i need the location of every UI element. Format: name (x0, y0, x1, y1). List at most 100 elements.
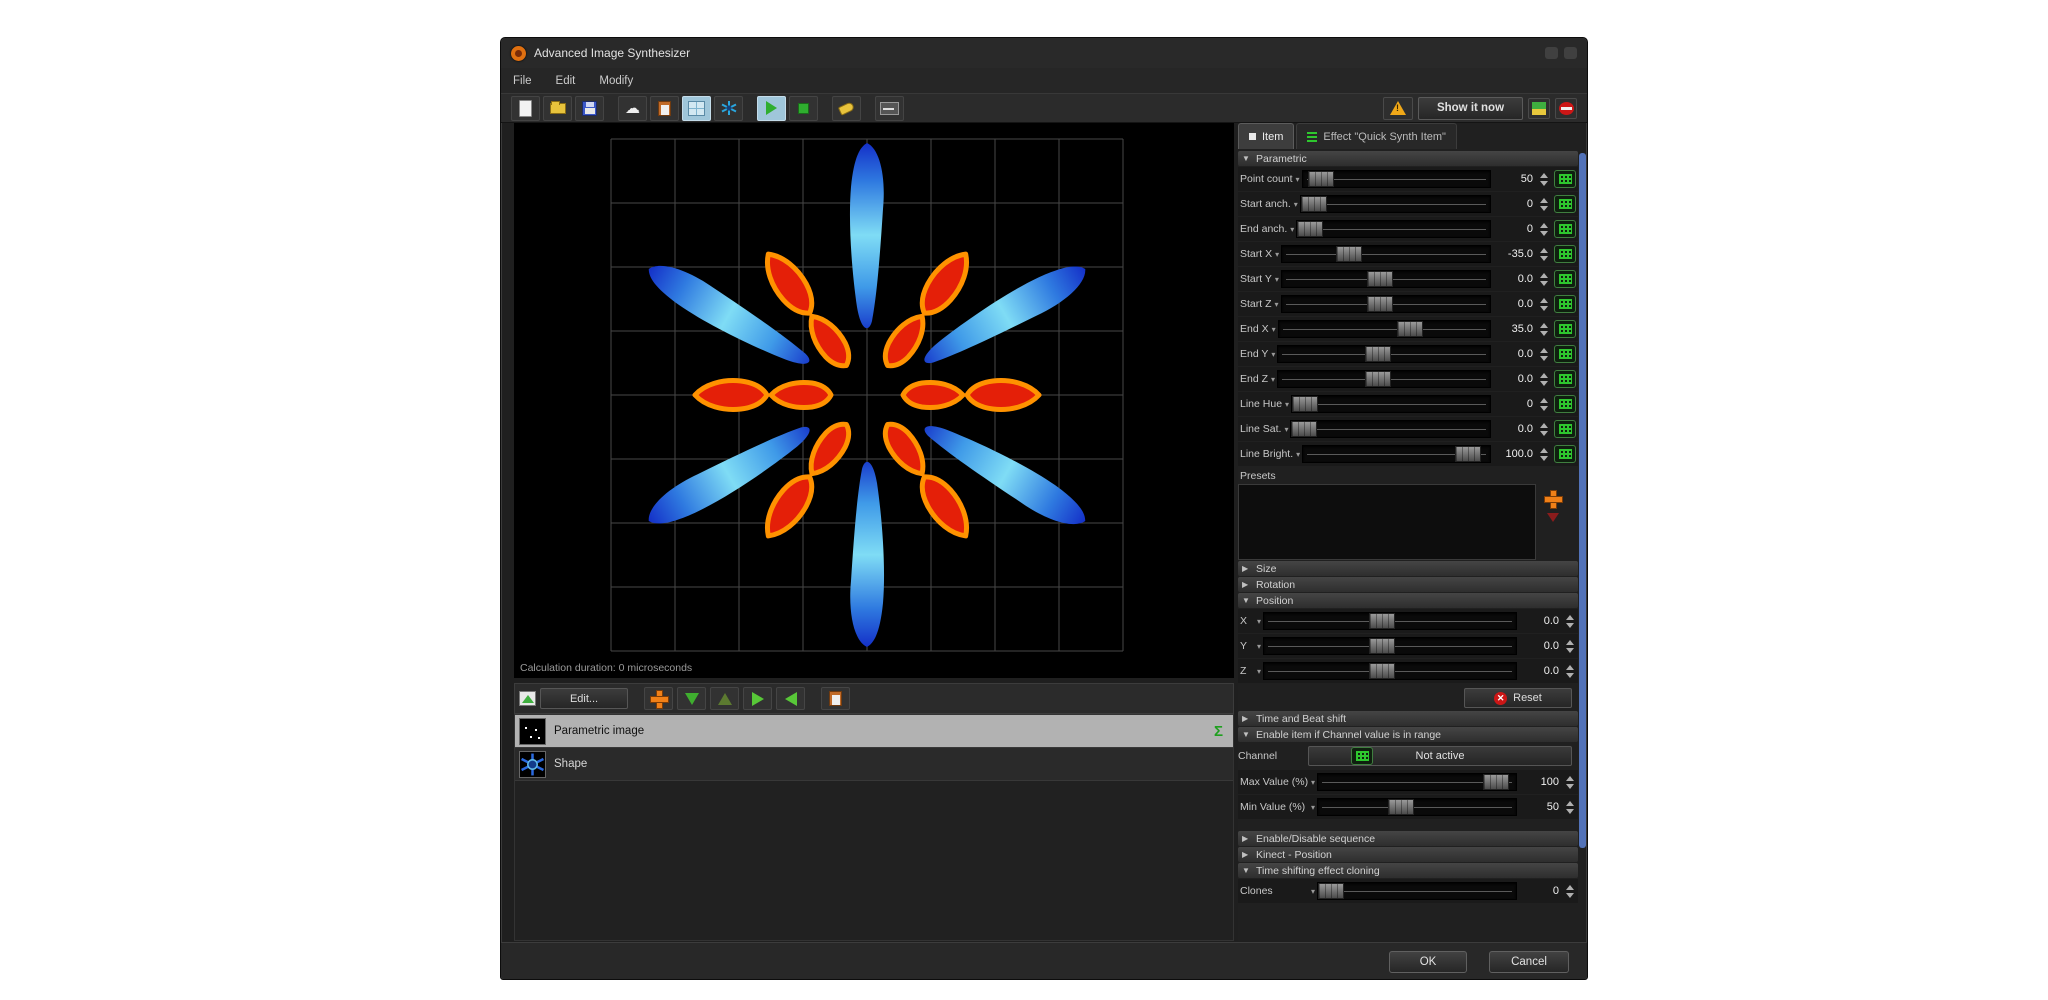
section-kinect[interactable]: ▶ Kinect - Position (1238, 847, 1578, 862)
panel-scrollbar[interactable] (1579, 153, 1586, 848)
dropdown-arrow-icon[interactable]: ▾ (1294, 200, 1298, 209)
dropdown-arrow-icon[interactable]: ▾ (1271, 350, 1275, 359)
parameter-slider[interactable] (1281, 270, 1491, 288)
dropdown-arrow-icon[interactable]: ▾ (1257, 642, 1261, 651)
add-preset-button[interactable] (1544, 490, 1561, 507)
parameter-value[interactable]: 0.0 (1495, 348, 1537, 360)
dropdown-arrow-icon[interactable]: ▾ (1285, 400, 1289, 409)
section-position[interactable]: ▼ Position (1238, 593, 1578, 608)
section-rotation[interactable]: ▶ Rotation (1238, 577, 1578, 592)
parameter-value[interactable]: 0 (1495, 398, 1537, 410)
parameter-label[interactable]: Start X (1240, 248, 1272, 260)
spinner[interactable] (1563, 798, 1576, 816)
parameter-label[interactable]: End Z (1240, 373, 1268, 385)
show-it-now-button[interactable]: Show it now (1418, 97, 1523, 120)
parameter-value[interactable]: 0.0 (1495, 373, 1537, 385)
parameter-slider[interactable] (1263, 612, 1517, 630)
dropdown-arrow-icon[interactable]: ▾ (1296, 450, 1300, 459)
parameter-label[interactable]: Start anch. (1240, 198, 1291, 210)
modulation-button[interactable] (1554, 345, 1576, 363)
parameter-value[interactable]: 100.0 (1495, 448, 1537, 460)
dropdown-arrow-icon[interactable]: ▾ (1271, 375, 1275, 384)
spinner[interactable] (1563, 662, 1576, 680)
parameter-label[interactable]: Line Bright. (1240, 448, 1293, 460)
parameter-value[interactable]: 0.0 (1495, 423, 1537, 435)
parameter-slider[interactable] (1291, 395, 1491, 413)
parameter-value[interactable]: 0.0 (1521, 665, 1563, 677)
section-time-beat[interactable]: ▶ Time and Beat shift (1238, 711, 1578, 726)
spinner[interactable] (1537, 195, 1550, 213)
parameter-label[interactable]: Start Y (1240, 273, 1272, 285)
parameter-value[interactable]: 0.0 (1521, 615, 1563, 627)
section-size[interactable]: ▶ Size (1238, 561, 1578, 576)
parameter-label[interactable]: Line Hue (1240, 398, 1282, 410)
modulation-button[interactable] (1554, 395, 1576, 413)
parameter-label[interactable]: Z (1240, 665, 1254, 677)
parameter-value[interactable]: 50 (1495, 173, 1537, 185)
section-time-shift[interactable]: ▼ Time shifting effect cloning (1238, 863, 1578, 878)
move-right-button[interactable] (743, 687, 772, 710)
parameter-label[interactable]: Start Z (1240, 298, 1272, 310)
cloud-button[interactable]: ☁ (618, 96, 647, 121)
parameter-slider[interactable] (1281, 295, 1491, 313)
slider-thumb[interactable] (1336, 246, 1362, 262)
window-close-icon[interactable] (1564, 47, 1577, 59)
parameter-slider[interactable] (1277, 345, 1491, 363)
slider-thumb[interactable] (1369, 638, 1395, 654)
section-parametric[interactable]: ▼ Parametric (1238, 151, 1578, 166)
parameter-label[interactable]: Max Value (%) (1240, 776, 1308, 788)
slider-thumb[interactable] (1369, 663, 1395, 679)
spinner[interactable] (1537, 345, 1550, 363)
menu-modify[interactable]: Modify (599, 75, 633, 87)
slider-thumb[interactable] (1301, 196, 1327, 212)
slider-thumb[interactable] (1397, 321, 1423, 337)
channel-select-button[interactable]: Not active (1308, 746, 1572, 766)
slider-thumb[interactable] (1291, 421, 1317, 437)
section-enable-channel[interactable]: ▼ Enable item if Channel value is in ran… (1238, 727, 1578, 742)
parameter-slider[interactable] (1296, 220, 1491, 238)
modulation-button[interactable] (1554, 220, 1576, 238)
spinner[interactable] (1537, 395, 1550, 413)
modulation-button[interactable] (1554, 170, 1576, 188)
parameter-value[interactable]: 35.0 (1495, 323, 1537, 335)
parameter-slider[interactable] (1278, 320, 1491, 338)
modulation-button[interactable] (1554, 295, 1576, 313)
dropdown-arrow-icon[interactable]: ▾ (1311, 803, 1315, 812)
parameter-slider[interactable] (1290, 420, 1491, 438)
slider-thumb[interactable] (1367, 271, 1393, 287)
play-button[interactable] (757, 96, 786, 121)
mute-output-button[interactable] (1555, 98, 1577, 119)
parameter-value[interactable]: 0 (1521, 885, 1563, 897)
slider-thumb[interactable] (1308, 171, 1334, 187)
modulation-button[interactable] (1554, 320, 1576, 338)
scene-colors-button[interactable] (1528, 98, 1550, 119)
parameter-slider[interactable] (1317, 798, 1517, 816)
parameter-value[interactable]: -35.0 (1495, 248, 1537, 260)
parameter-label[interactable]: Y (1240, 640, 1254, 652)
parameter-value[interactable]: 0.0 (1521, 640, 1563, 652)
tag-button[interactable] (832, 96, 861, 121)
effect-button[interactable] (714, 96, 743, 121)
move-down-button[interactable] (677, 687, 706, 710)
tab-item[interactable]: Item (1238, 123, 1294, 149)
dropdown-arrow-icon[interactable]: ▾ (1275, 300, 1279, 309)
parameter-slider[interactable] (1317, 882, 1517, 900)
slider-thumb[interactable] (1483, 774, 1509, 790)
spinner[interactable] (1537, 320, 1550, 338)
parameter-slider[interactable] (1317, 773, 1517, 791)
spinner[interactable] (1563, 882, 1576, 900)
reset-position-button[interactable]: ✕ Reset (1464, 688, 1572, 708)
grid-view-button[interactable] (682, 96, 711, 121)
parameter-slider[interactable] (1277, 370, 1491, 388)
slider-thumb[interactable] (1369, 613, 1395, 629)
parameter-value[interactable]: 0 (1495, 198, 1537, 210)
dropdown-arrow-icon[interactable]: ▾ (1296, 175, 1300, 184)
slider-thumb[interactable] (1365, 346, 1391, 362)
modulation-button[interactable] (1554, 445, 1576, 463)
parameter-slider[interactable] (1263, 662, 1517, 680)
spinner[interactable] (1537, 270, 1550, 288)
save-button[interactable] (575, 96, 604, 121)
spinner[interactable] (1537, 420, 1550, 438)
parameter-value[interactable]: 0.0 (1495, 298, 1537, 310)
spinner[interactable] (1563, 773, 1576, 791)
